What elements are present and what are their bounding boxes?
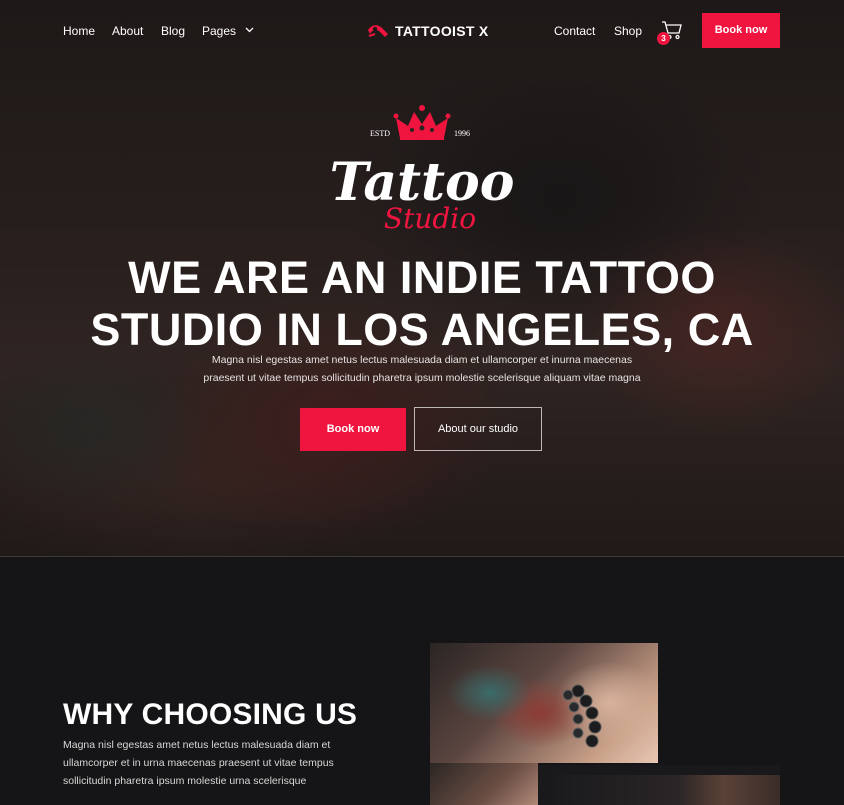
logo-estd: ESTD: [370, 129, 390, 138]
about-our-studio-button[interactable]: About our studio: [414, 407, 542, 451]
tattoo-studio-logo: ESTD 1996 Tattoo Studio: [330, 105, 514, 235]
top-navigation: Home About Blog Pages TATTOOIST X Contac…: [0, 0, 844, 62]
nav-book-now-button[interactable]: Book now: [702, 13, 780, 48]
logo-year: 1996: [454, 129, 470, 138]
bracelet-illustration: [562, 684, 602, 748]
hero-title-line-2: STUDIO IN LOS ANGELES, CA: [90, 304, 754, 355]
why-choosing-us-text: Magna nisl egestas amet netus lectus mal…: [63, 736, 353, 790]
nav-contact[interactable]: Contact: [554, 24, 595, 38]
hero-subtitle-line-2: praesent ut vitae tempus sollicitudin ph…: [203, 372, 641, 384]
why-text-line-1: Magna nisl egestas amet netus lectus mal…: [63, 739, 331, 751]
hero-title: WE ARE AN INDIE TATTOO STUDIO IN LOS ANG…: [0, 252, 844, 356]
logo-word-studio: Studio: [384, 202, 476, 235]
why-choosing-us-title: WHY CHOOSING US: [63, 698, 358, 731]
nav-home[interactable]: Home: [63, 24, 95, 38]
chevron-down-icon: [245, 27, 254, 33]
nav-pages-label: Pages: [202, 24, 237, 38]
cart-count-badge: 3: [657, 32, 670, 45]
brand-name: TATTOOIST X: [395, 23, 489, 39]
section-divider: [0, 556, 844, 557]
tattoo-machine-logo-icon: [368, 25, 388, 37]
nav-pages[interactable]: Pages: [202, 24, 254, 38]
hero-title-line-1: WE ARE AN INDIE TATTOO: [128, 252, 716, 303]
bearded-man-photo: [552, 775, 780, 805]
hero-subtitle-line-1: Magna nisl egestas amet netus lectus mal…: [211, 354, 633, 366]
why-text-line-2: ullamcorper et in urna maecenas praesent…: [63, 757, 334, 769]
hero-book-now-button[interactable]: Book now: [300, 408, 406, 451]
tattooed-arm-photo: [430, 643, 658, 763]
nav-shop[interactable]: Shop: [614, 24, 642, 38]
why-text-line-3: sollicitudin pharetra ipsum molestie urn…: [63, 775, 307, 787]
crown-icon: [393, 105, 451, 140]
tattooed-hand-photo: [430, 763, 538, 805]
nav-blog[interactable]: Blog: [161, 24, 185, 38]
nav-about[interactable]: About: [112, 24, 143, 38]
hero-subtitle: Magna nisl egestas amet netus lectus mal…: [180, 351, 664, 387]
brand-logo[interactable]: TATTOOIST X: [366, 21, 489, 41]
